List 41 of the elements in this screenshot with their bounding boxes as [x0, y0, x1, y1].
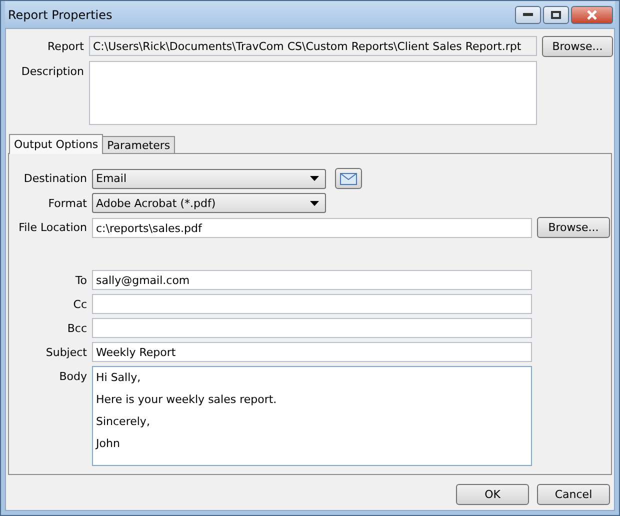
destination-label: Destination	[22, 171, 87, 187]
maximize-icon	[551, 10, 561, 18]
format-label: Format	[47, 196, 87, 212]
email-field-label: Cc	[72, 297, 87, 313]
email-field[interactable]: sally@gmail.com	[92, 270, 532, 290]
description-field[interactable]	[89, 61, 537, 125]
close-button[interactable]	[571, 6, 613, 24]
report-path-field[interactable]: C:\Users\Rick\Documents\TravCom CS\Custom Reports\Client Sales Report.rpt	[89, 36, 537, 56]
body-text-line: Sincerely,	[96, 415, 151, 428]
body-text-line: Hi Sally,	[96, 371, 142, 384]
envelope-icon	[340, 172, 357, 184]
dialog-button[interactable]: OK	[456, 484, 529, 505]
browse-button[interactable]: Browse...	[542, 36, 613, 57]
destination-dropdown[interactable]: Email	[92, 168, 326, 188]
description-label: Description	[20, 64, 84, 80]
email-field[interactable]	[92, 318, 532, 338]
dropdown-caret-icon	[310, 200, 319, 206]
tab[interactable]: Parameters	[102, 136, 176, 153]
file-location-label: File Location	[18, 220, 87, 236]
email-field-label: Subject	[44, 345, 87, 361]
dialog-button[interactable]: Cancel	[537, 484, 610, 505]
body-text-line: John	[96, 437, 121, 450]
browse-button[interactable]: Browse...	[537, 217, 610, 238]
file-location-field[interactable]: c:\reports\sales.pdf	[92, 218, 532, 238]
body-field[interactable]: Hi Sally, Here is your weekly sales report. Sincerely, John	[92, 366, 532, 466]
tab[interactable]: Output Options	[9, 134, 104, 154]
close-icon	[586, 10, 598, 20]
format-dropdown[interactable]: Adobe Acrobat (*.pdf)	[92, 193, 326, 213]
minimize-button[interactable]	[515, 6, 541, 24]
email-field[interactable]	[92, 294, 532, 314]
email-field-label: To	[74, 273, 87, 289]
body-text-line: Here is your weekly sales report.	[96, 393, 278, 406]
minimize-icon	[523, 12, 533, 16]
body-label: Body	[58, 369, 87, 385]
report-label: Report	[46, 39, 84, 55]
email-field[interactable]: Weekly Report	[92, 342, 532, 362]
email-button[interactable]	[335, 168, 362, 189]
dropdown-caret-icon	[310, 176, 319, 181]
email-field-label: Bcc	[66, 321, 87, 337]
window-title: Report Properties	[8, 8, 112, 22]
maximize-button[interactable]	[543, 6, 569, 24]
